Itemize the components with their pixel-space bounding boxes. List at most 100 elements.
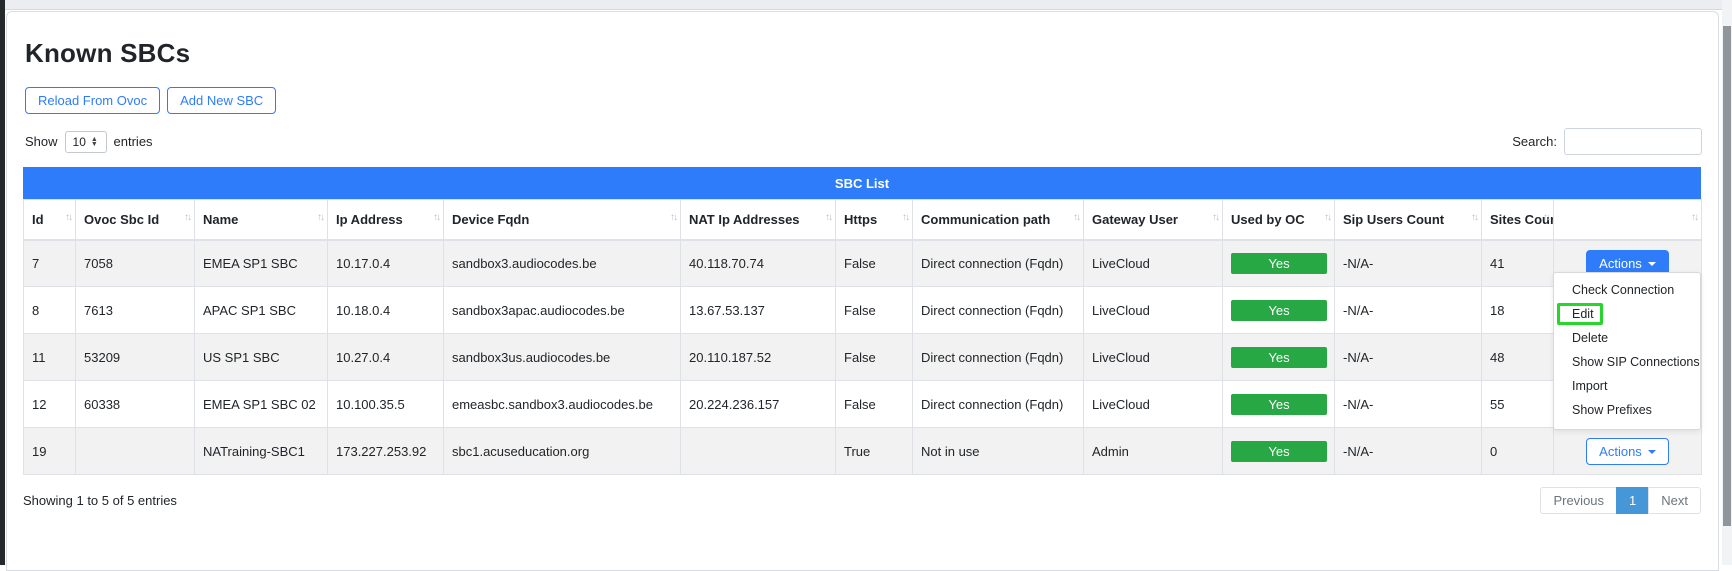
used-by-oc-cell: Yes [1223,334,1335,381]
table-cell: LiveCloud [1084,240,1223,287]
sbc-table: Id↑↓Ovoc Sbc Id↑↓Name↑↓Ip Address↑↓Devic… [23,199,1702,475]
column-header-label: Device Fqdn [452,212,529,227]
pagination-previous[interactable]: Previous [1540,487,1617,514]
column-header-ip-address[interactable]: Ip Address ↑↓ [328,200,444,240]
table-row: 1260338EMEA SP1 SBC 0210.100.35.5emeasbc… [24,381,1702,428]
dropdown-item-show-sip-connections[interactable]: Show SIP Connections [1554,351,1700,375]
actions-button[interactable]: Actions [1586,438,1669,465]
column-header-label: Sip Users Count [1343,212,1444,227]
column-header-actions[interactable]: ↑↓ [1554,200,1702,240]
add-new-sbc-button[interactable]: Add New SBC [167,87,276,114]
reload-from-ovoc-button[interactable]: Reload From Ovoc [25,87,160,114]
table-cell: Not in use [913,428,1084,475]
dropdown-item-import[interactable]: Import [1554,375,1700,399]
column-header-label: Communication path [921,212,1050,227]
used-by-oc-cell: Yes [1223,428,1335,475]
sort-icon: ↑↓ [902,212,908,223]
table-cell: True [836,428,913,475]
table-cell: 10.18.0.4 [328,287,444,334]
column-header-sites-count[interactable]: Sites Count↑↓ [1482,200,1554,240]
select-arrows-icon: ▲▼ [91,137,98,147]
pagination-next[interactable]: Next [1648,487,1701,514]
used-by-oc-cell: Yes [1223,240,1335,287]
table-controls: Show 10 ▲▼ entries Search: [25,128,1702,155]
sort-icon: ↑↓ [1691,212,1697,223]
column-header-label: Used by OC [1231,212,1305,227]
used-by-oc-badge: Yes [1231,347,1327,368]
table-cell: 10.100.35.5 [328,381,444,428]
sort-icon: ↑↓ [670,212,676,223]
column-header-communication-path[interactable]: Communication path ↑↓ [913,200,1084,240]
table-row: 77058EMEA SP1 SBC10.17.0.4sandbox3.audio… [24,240,1702,287]
content-card: Known SBCs Reload From Ovoc Add New SBC … [6,11,1719,571]
dropdown-item-edit[interactable]: Edit [1554,303,1700,327]
column-header-label: Ip Address [336,212,403,227]
table-cell: 12 [24,381,76,428]
table-cell: -N/A- [1335,334,1482,381]
table-cell: -N/A- [1335,381,1482,428]
column-header-gateway-user[interactable]: Gateway User↑↓ [1084,200,1223,240]
sort-icon: ↑↓ [1073,212,1079,223]
table-cell: 173.227.253.92 [328,428,444,475]
scrollbar-thumb[interactable] [1723,26,1731,526]
sort-icon: ↑↓ [1212,212,1218,223]
show-label: Show [25,134,58,149]
caret-down-icon [1648,450,1656,454]
table-row: 1153209US SP1 SBC10.27.0.4sandbox3us.aud… [24,334,1702,381]
table-footer: Showing 1 to 5 of 5 entries Previous 1 N… [23,487,1701,514]
table-cell: -N/A- [1335,428,1482,475]
column-header-sip-users-count[interactable]: Sip Users Count ↑↓ [1335,200,1482,240]
table-cell: 48 [1482,334,1554,381]
top-edge-strip [0,0,1732,10]
column-header-https[interactable]: Https↑↓ [836,200,913,240]
left-edge-strip [0,0,5,565]
search-input[interactable] [1564,128,1702,155]
column-header-id[interactable]: Id↑↓ [24,200,76,240]
column-header-device-fqdn[interactable]: Device Fqdn ↑↓ [444,200,681,240]
column-header-used-by-oc[interactable]: Used by OC ↑↓ [1223,200,1335,240]
pagination-current-page[interactable]: 1 [1616,487,1649,514]
used-by-oc-cell: Yes [1223,287,1335,334]
sort-icon: ↑↓ [1324,212,1330,223]
table-cell: 53209 [76,334,195,381]
sort-icon: ↑↓ [184,212,190,223]
table-cell: 8 [24,287,76,334]
used-by-oc-badge: Yes [1231,441,1327,462]
page-length-select[interactable]: 10 ▲▼ [65,131,107,153]
table-cell: False [836,240,913,287]
used-by-oc-badge: Yes [1231,253,1327,274]
sort-icon: ↑↓ [1471,212,1477,223]
table-cell [76,428,195,475]
sort-icon: ↑↓ [825,212,831,223]
dropdown-item-delete[interactable]: Delete [1554,327,1700,351]
used-by-oc-badge: Yes [1231,394,1327,415]
table-cell: Direct connection (Fqdn) [913,334,1084,381]
table-cell: 7 [24,240,76,287]
column-header-name[interactable]: Name↑↓ [195,200,328,240]
table-cell: 41 [1482,240,1554,287]
actions-cell: Actions [1554,428,1702,475]
table-cell: 40.118.70.74 [681,240,836,287]
table-cell: -N/A- [1335,240,1482,287]
dropdown-item-show-prefixes[interactable]: Show Prefixes [1554,399,1700,423]
table-cell: emeasbc.sandbox3.audiocodes.be [444,381,681,428]
table-cell: 18 [1482,287,1554,334]
highlight-ring [1557,303,1603,325]
scrollbar-track[interactable] [1722,0,1732,565]
sort-icon: ↑↓ [1543,212,1549,223]
dropdown-item-check-connection[interactable]: Check Connection [1554,279,1700,303]
table-cell: 7058 [76,240,195,287]
table-cell: 13.67.53.137 [681,287,836,334]
table-cell: sandbox3apac.audiocodes.be [444,287,681,334]
column-header-ovoc-sbc-id[interactable]: Ovoc Sbc Id↑↓ [76,200,195,240]
table-cell: 0 [1482,428,1554,475]
table-cell: sandbox3us.audiocodes.be [444,334,681,381]
page-title: Known SBCs [25,38,1702,69]
sort-icon: ↑↓ [65,212,71,223]
table-cell: False [836,334,913,381]
table-cell: LiveCloud [1084,334,1223,381]
column-header-nat-ip-addresses[interactable]: NAT Ip Addresses↑↓ [681,200,836,240]
table-cell: sandbox3.audiocodes.be [444,240,681,287]
sort-icon: ↑↓ [433,212,439,223]
table-cell: sbc1.acuseducation.org [444,428,681,475]
